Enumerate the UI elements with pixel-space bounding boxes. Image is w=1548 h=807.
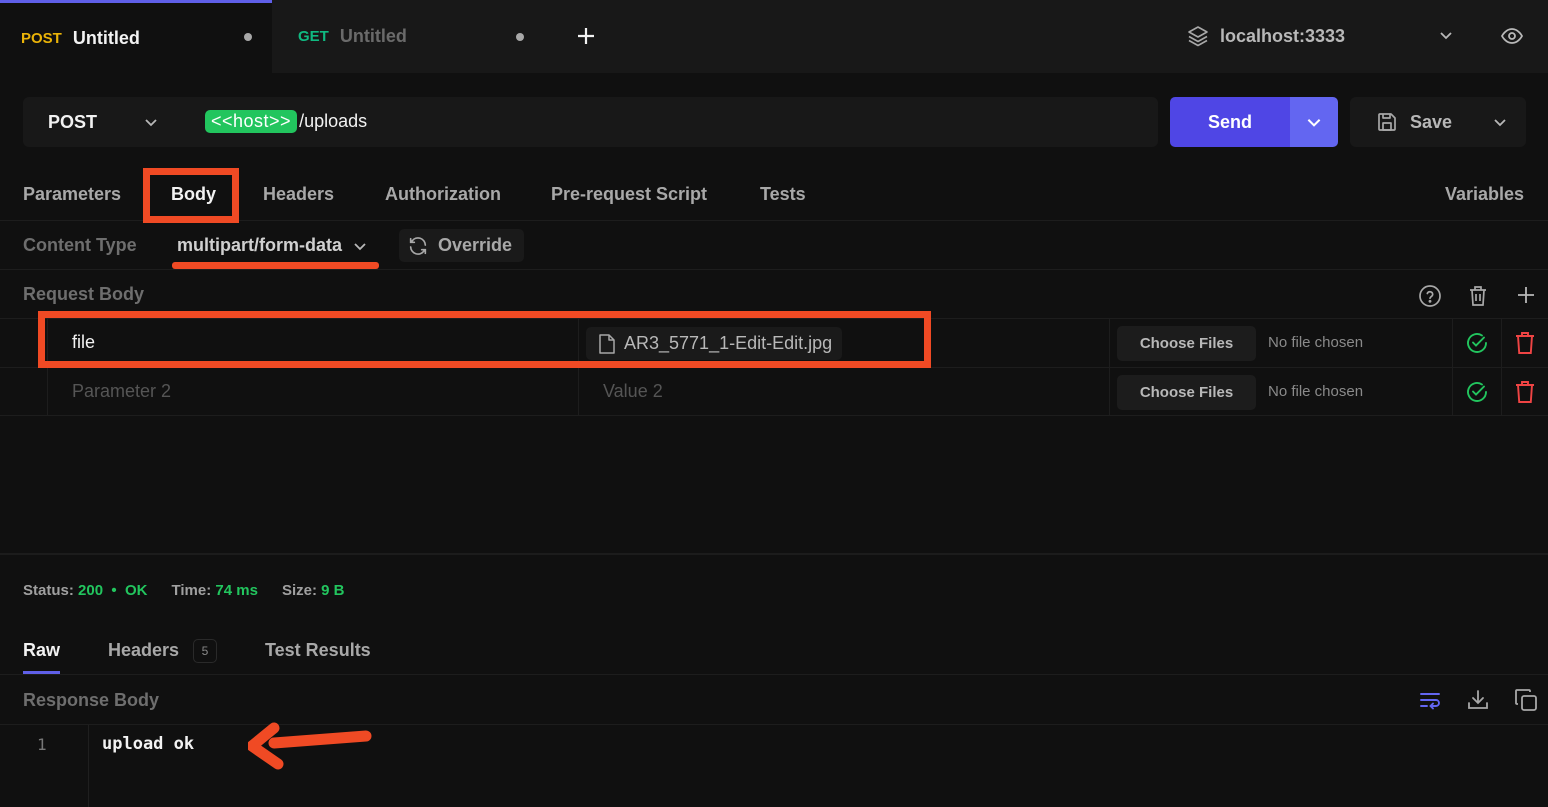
choose-files-button[interactable]: Choose Files — [1117, 326, 1256, 361]
response-status-bar: Status: 200 • OK Time: 74 ms Size: 9 B — [23, 582, 368, 599]
headers-count-badge: 5 — [193, 639, 217, 663]
tab-post-untitled[interactable]: POST Untitled — [0, 0, 272, 73]
status-separator: • — [107, 582, 121, 599]
file-status: No file chosen — [1268, 334, 1364, 351]
tab-raw[interactable]: Raw — [23, 640, 60, 661]
refresh-icon — [409, 236, 427, 255]
active-tab-indicator — [23, 671, 60, 674]
plus-icon — [578, 28, 594, 44]
unsaved-dot-icon[interactable] — [244, 33, 252, 41]
size-label: Size: — [281, 582, 317, 599]
chevron-down-icon[interactable] — [1492, 114, 1508, 130]
file-cell: Choose Files No file chosen — [1109, 319, 1452, 367]
plus-icon[interactable] — [1515, 284, 1537, 306]
save-button[interactable]: Save — [1350, 97, 1526, 147]
tab-title: Untitled — [339, 26, 407, 46]
check-circle-icon[interactable] — [1465, 331, 1489, 355]
url-input[interactable]: <<host>> /uploads — [205, 110, 367, 133]
annotation-box-body-tab — [143, 168, 239, 223]
download-icon[interactable] — [1466, 688, 1490, 712]
chevron-down-icon — [1440, 32, 1452, 40]
delete-cell — [1501, 319, 1548, 367]
request-tab-bar: POST Untitled GET Untitled localhost:333… — [0, 0, 1548, 73]
trash-icon[interactable] — [1514, 331, 1536, 355]
url-path: /uploads — [299, 111, 368, 131]
enable-cell — [1452, 319, 1501, 367]
response-line: upload ok — [102, 734, 195, 754]
chevron-down-icon — [1307, 119, 1321, 127]
param-value-placeholder: Value 2 — [603, 381, 663, 401]
trash-icon[interactable] — [1514, 380, 1536, 404]
tab-response-headers[interactable]: Headers — [108, 640, 179, 661]
delete-cell — [1501, 368, 1548, 416]
response-body-editor[interactable]: 1 upload ok — [0, 724, 1548, 807]
annotation-arrow-icon — [248, 722, 372, 770]
choose-files-button[interactable]: Choose Files — [1117, 375, 1256, 410]
word-wrap-icon[interactable] — [1418, 688, 1442, 712]
content-type-value: multipart/form-data — [177, 235, 343, 255]
content-type-select[interactable]: multipart/form-data — [177, 235, 368, 256]
check-circle-icon[interactable] — [1465, 380, 1489, 404]
size-value: 9 B — [321, 582, 345, 599]
value-cell[interactable]: Value 2 — [578, 368, 1109, 416]
status-code: 200 — [78, 582, 104, 599]
response-tabs: Raw Headers 5 Test Results — [0, 630, 1548, 675]
tab-headers[interactable]: Headers — [263, 184, 334, 205]
enable-cell — [1452, 368, 1501, 416]
file-status: No file chosen — [1268, 383, 1364, 400]
tab-method: GET — [298, 28, 329, 45]
layers-icon — [1188, 26, 1208, 47]
annotation-underline — [172, 262, 379, 269]
request-body-title: Request Body — [23, 284, 145, 304]
tab-test-results[interactable]: Test Results — [265, 640, 371, 661]
status-label: Status: — [23, 582, 74, 599]
method-value: POST — [48, 111, 98, 132]
unsaved-dot-icon[interactable] — [516, 32, 524, 41]
tab-title: Untitled — [72, 27, 140, 48]
environment-name: localhost:3333 — [1220, 25, 1346, 46]
url-bar: POST <<host>> /uploads — [23, 97, 1158, 147]
tab-variables[interactable]: Variables — [1445, 184, 1524, 205]
send-options-button[interactable] — [1290, 97, 1338, 147]
time-value: 74 ms — [215, 582, 258, 599]
time-group: Time: 74 ms — [171, 582, 257, 599]
chevron-down-icon — [145, 119, 157, 127]
size-group: Size: 9 B — [282, 582, 345, 599]
line-gutter: 1 — [0, 725, 89, 807]
line-number: 1 — [37, 735, 47, 754]
save-label: Save — [1410, 111, 1453, 132]
response-body-title: Response Body — [23, 690, 160, 710]
tab-parameters[interactable]: Parameters — [23, 184, 121, 205]
tab-tests[interactable]: Tests — [760, 184, 806, 205]
tab-authorization[interactable]: Authorization — [385, 184, 501, 205]
override-button[interactable]: Override — [399, 229, 524, 262]
environment-selector[interactable]: localhost:3333 — [1186, 18, 1466, 54]
save-icon — [1378, 113, 1396, 131]
copy-icon[interactable] — [1514, 688, 1538, 712]
send-button-group: Send — [1170, 97, 1338, 147]
status-group: Status: 200 • OK — [23, 582, 147, 599]
tab-method: POST — [21, 29, 62, 47]
param-key-placeholder: Parameter 2 — [72, 381, 172, 401]
time-label: Time: — [171, 582, 212, 599]
trash-icon[interactable] — [1466, 284, 1490, 308]
new-tab-button[interactable] — [572, 22, 600, 50]
file-cell: Choose Files No file chosen — [1109, 368, 1452, 416]
annotation-box-file-row — [38, 311, 931, 368]
table-row: Parameter 2 Value 2 Choose Files No file… — [0, 367, 1548, 416]
send-button[interactable]: Send — [1170, 97, 1290, 147]
content-type-label: Content Type — [23, 235, 137, 255]
tab-pre-request-script[interactable]: Pre-request Script — [551, 184, 707, 205]
chevron-down-icon — [354, 242, 366, 250]
host-variable-chip[interactable]: <<host>> — [205, 110, 298, 133]
help-icon[interactable] — [1418, 284, 1442, 308]
tab-get-untitled[interactable]: GET Untitled — [272, 0, 544, 73]
status-text: OK — [124, 582, 148, 599]
override-label: Override — [438, 235, 513, 255]
method-select[interactable]: POST — [48, 97, 97, 147]
eye-icon[interactable] — [1500, 24, 1524, 48]
pane-divider[interactable] — [0, 553, 1548, 555]
key-cell[interactable]: Parameter 2 — [47, 368, 578, 416]
